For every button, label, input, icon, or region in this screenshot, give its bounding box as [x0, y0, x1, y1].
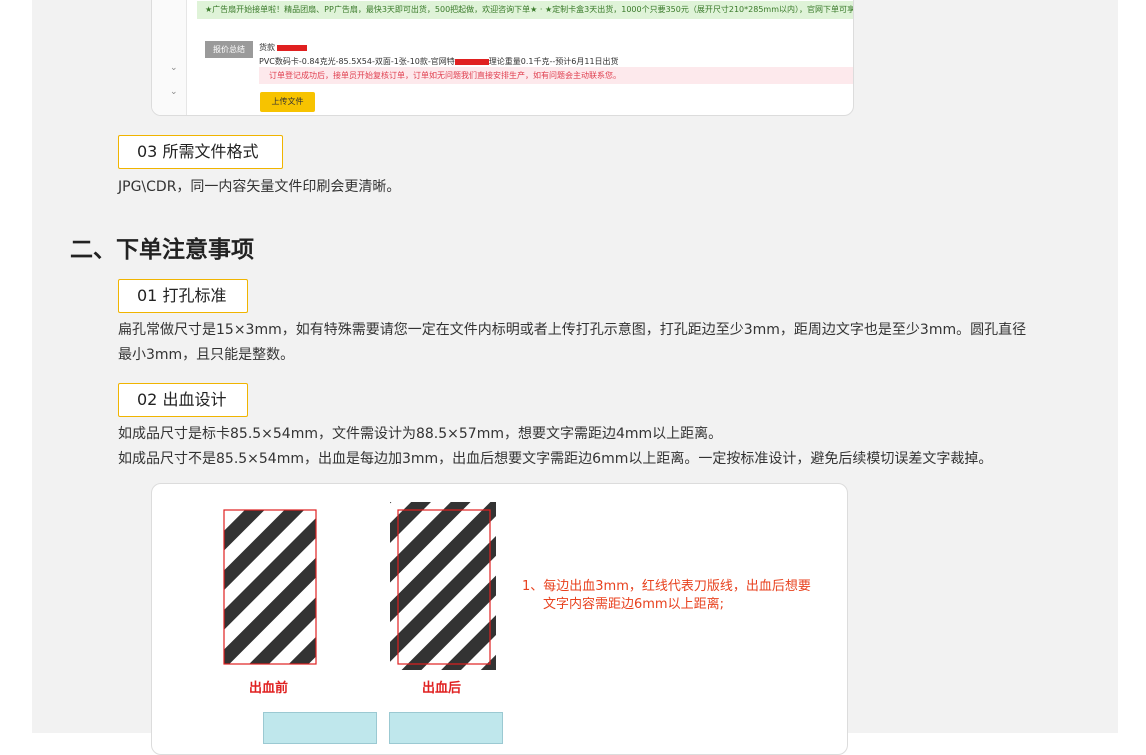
punch-hole-text: 扁孔常做尺寸是15×3mm，如有特殊需要请您一定在文件内标明或者上传打孔示意图，… — [118, 322, 1027, 363]
section-tag-bleed: 02 出血设计 — [118, 383, 248, 417]
sample-card-thumbnail — [389, 712, 503, 744]
bleed-diagram: 出血前 出血后 1、每边出血3mm，红线代表刀版线，出血后想要 文字内容需距边6… — [151, 483, 848, 755]
section-tag-file-format: 03 所需文件格式 — [118, 135, 283, 169]
bleed-note-line-1: 1、每边出血3mm，红线代表刀版线，出血后想要 — [522, 579, 811, 594]
chevron-down-icon: ⌄ — [170, 63, 178, 73]
promo-notice: ★广告扇开始接单啦！精品团扇、PP广告扇，最快3天即可出货，500把起做，欢迎咨… — [197, 1, 853, 19]
section-heading: 二、下单注意事项 — [70, 237, 254, 263]
bleed-text-line-2: 如成品尺寸不是85.5×54mm，出血是每边加3mm，出血后想要文字需距边6mm… — [118, 451, 993, 467]
sample-card-thumbnail — [263, 712, 377, 744]
chevron-down-icon: ⌄ — [170, 87, 178, 97]
order-screenshot: ⌄ ⌄ ★广告扇开始接单啦！精品团扇、PP广告扇，最快3天即可出货，500把起做… — [151, 0, 854, 116]
redacted-text — [454, 58, 489, 65]
screenshot-sidebar: ⌄ ⌄ — [152, 0, 187, 115]
quote-summary-button: 报价总结 — [205, 41, 253, 58]
upload-file-button: 上传文件 — [260, 92, 315, 112]
bleed-note-line-2: 文字内容需距边6mm以上距离; — [543, 597, 724, 612]
bleed-text-line-1: 如成品尺寸是标卡85.5×54mm，文件需设计为88.5×57mm，想要文字需距… — [118, 426, 723, 442]
card-after-bleed — [390, 502, 496, 670]
price-line: 货款 — [259, 42, 307, 53]
redacted-price — [277, 44, 307, 51]
bleed-note: 1、每边出血3mm，红线代表刀版线，出血后想要 文字内容需距边6mm以上距离; — [522, 578, 822, 614]
card-before-bleed — [223, 509, 317, 665]
caption-before-bleed: 出血前 — [249, 681, 289, 696]
order-warning: 订单登记成功后，接单员开始复核订单，订单如无问题我们直接安排生产，如有问题会主动… — [259, 67, 853, 84]
section-tag-punch-hole: 01 打孔标准 — [118, 279, 248, 313]
spec-line: PVC数码卡-0.84克光-85.5X54-双面-1张-10款-官网特 理论重量0… — [259, 57, 619, 66]
caption-after-bleed: 出血后 — [422, 681, 462, 696]
file-format-text: JPG\CDR，同一内容矢量文件印刷会更清晰。 — [118, 179, 401, 195]
